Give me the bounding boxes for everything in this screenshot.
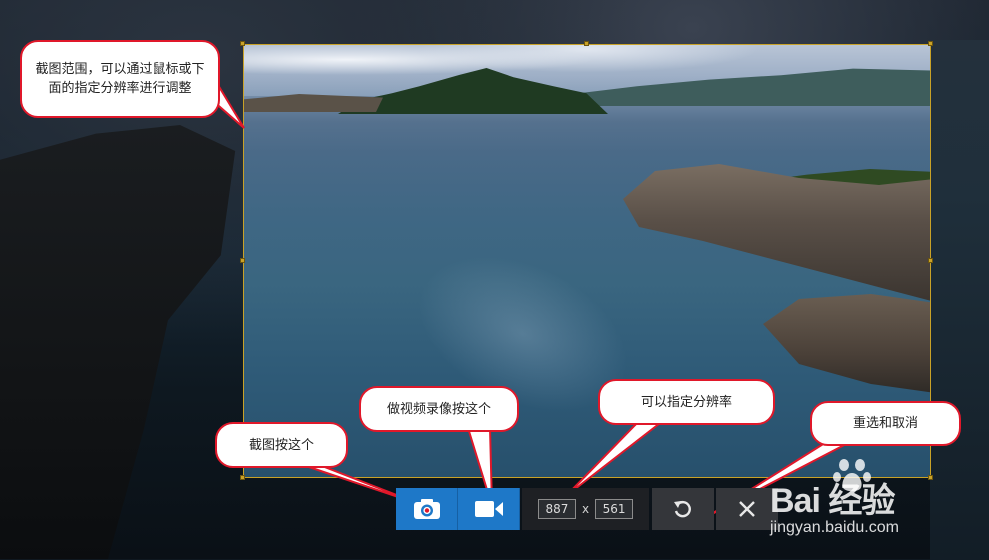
handle-middle-right[interactable] bbox=[928, 258, 933, 263]
callout-reselect-text: 重选和取消 bbox=[852, 416, 918, 431]
baidu-watermark: Bai 经验 jingyan.baidu.com bbox=[770, 455, 985, 545]
handle-top-right[interactable] bbox=[928, 41, 933, 46]
watermark-brand: Bai 经验 bbox=[770, 482, 895, 520]
video-record-button[interactable] bbox=[458, 488, 520, 530]
callout-reselect: 重选和取消 bbox=[810, 401, 961, 446]
video-camera-icon bbox=[474, 501, 503, 517]
callout-video-text: 做视频录像按这个 bbox=[386, 401, 491, 417]
callout-range: 截图范围，可以通过鼠标或下面的指定分辨率进行调整 bbox=[20, 40, 220, 118]
width-input[interactable]: 887 bbox=[537, 499, 576, 519]
handle-bottom-left[interactable] bbox=[240, 475, 245, 480]
resolution-group: 887 x 561 bbox=[522, 488, 649, 530]
watermark-url: jingyan.baidu.com bbox=[770, 519, 899, 536]
callout-video: 做视频录像按这个 bbox=[359, 386, 519, 432]
handle-middle-left[interactable] bbox=[240, 258, 245, 263]
capture-toolbar bbox=[396, 488, 520, 530]
undo-icon bbox=[674, 501, 691, 518]
screenshot-button[interactable] bbox=[396, 488, 458, 530]
times-label: x bbox=[581, 502, 590, 516]
callout-resolution: 可以指定分辨率 bbox=[598, 379, 775, 425]
height-input[interactable]: 561 bbox=[595, 499, 634, 519]
callout-screenshot-text: 截图按这个 bbox=[248, 437, 314, 453]
camera-icon bbox=[413, 499, 440, 519]
handle-top-center[interactable] bbox=[584, 41, 589, 46]
callout-resolution-text: 可以指定分辨率 bbox=[640, 394, 732, 410]
callout-screenshot: 截图按这个 bbox=[215, 422, 348, 468]
callout-range-text: 截图范围，可以通过鼠标或下面的指定分辨率进行调整 bbox=[35, 62, 205, 96]
close-icon bbox=[739, 501, 755, 517]
reselect-button[interactable] bbox=[652, 488, 714, 530]
cancel-button[interactable] bbox=[716, 488, 778, 530]
handle-top-left[interactable] bbox=[240, 41, 245, 46]
